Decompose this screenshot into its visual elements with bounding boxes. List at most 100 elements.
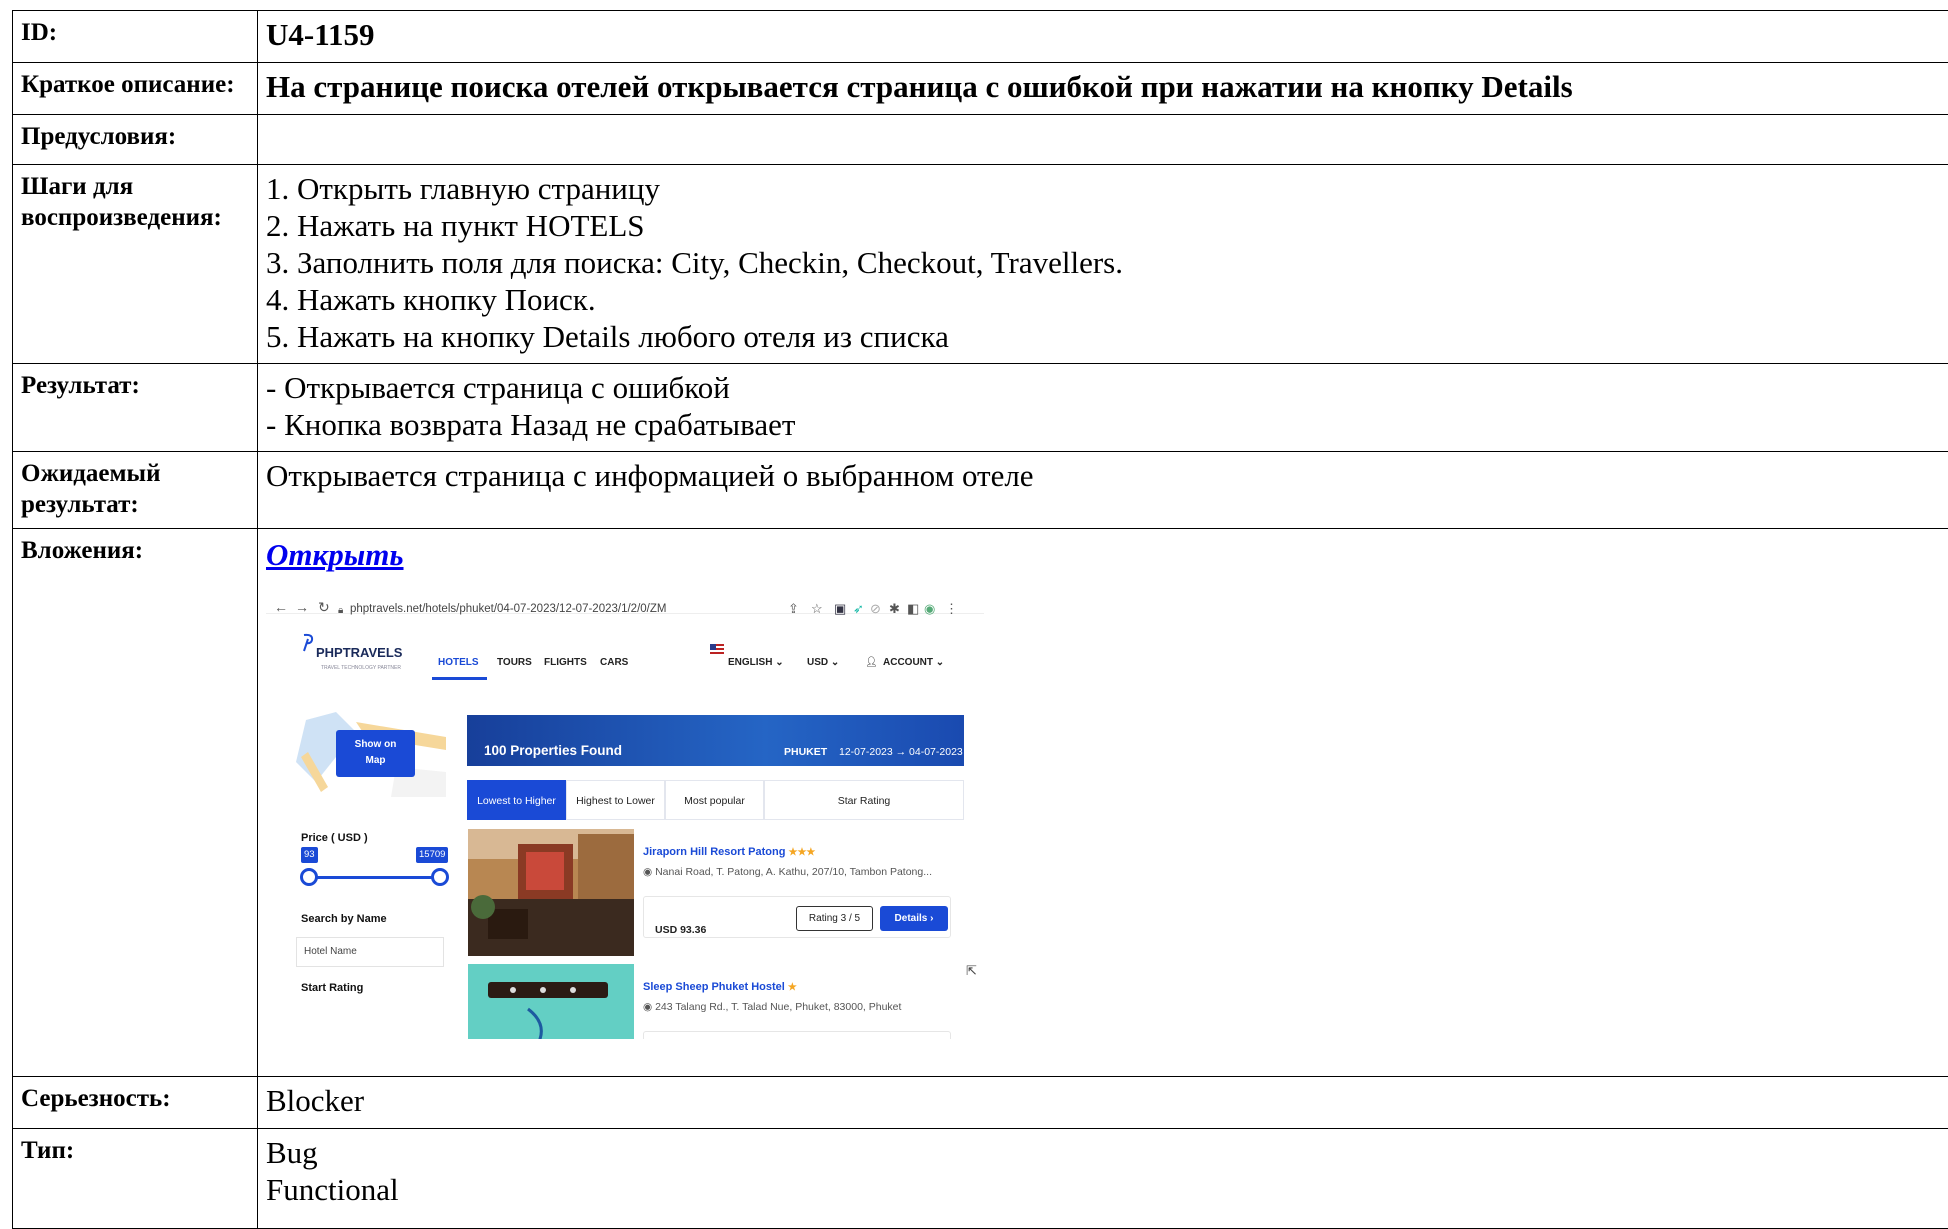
url-text[interactable]: phptravels.net/hotels/phuket/04-07-2023/… xyxy=(350,591,666,628)
chevron-down-icon: ⌄ xyxy=(936,657,944,668)
menu-cars[interactable]: CARS xyxy=(600,644,628,681)
sidebar-icon[interactable]: ◧ xyxy=(907,590,919,627)
account-menu[interactable]: ACCOUNT ⌄ xyxy=(883,644,944,681)
location-pin-icon: ◉ xyxy=(643,866,655,878)
menu-tours[interactable]: TOURS xyxy=(497,644,532,681)
mouse-cursor-icon: ⇱ xyxy=(966,952,977,989)
result-item: - Открывается страница с ошибкой xyxy=(266,369,1948,406)
open-attachment-link[interactable]: Открыть xyxy=(266,537,404,572)
price-slider-max-handle[interactable] xyxy=(431,868,449,886)
hotel-price: USD 93.36 xyxy=(655,912,706,949)
row-expected: Ожидаемый результат: Открывается страниц… xyxy=(13,452,1948,529)
share-icon[interactable]: ⇪ xyxy=(788,590,799,627)
puzzle-icon[interactable]: ✱ xyxy=(889,590,900,627)
severity-value: Blocker xyxy=(258,1077,1948,1129)
price-slider-track[interactable] xyxy=(308,876,438,879)
id-label: ID: xyxy=(13,11,258,63)
price-min-badge: 93 xyxy=(301,847,318,863)
expected-label-line1: Ожидаемый xyxy=(21,458,249,489)
hotel-address: ◉ Nanai Road, T. Patong, A. Kathu, 207/1… xyxy=(643,854,932,891)
step-item: 1. Открыть главную страницу xyxy=(266,170,1948,207)
sort-highest-tab[interactable]: Highest to Lower xyxy=(566,780,665,820)
type-label: Тип: xyxy=(13,1129,258,1229)
browser-address-bar: ← → ↻ 🔒︎ phptravels.net/hotels/phuket/04… xyxy=(266,584,984,614)
search-city: PHUKET xyxy=(784,734,827,771)
sort-popular-tab[interactable]: Most popular xyxy=(665,780,764,820)
row-summary: Краткое описание: На странице поиска оте… xyxy=(13,63,1948,115)
steps-label: Шаги для воспроизведения: xyxy=(13,165,258,364)
properties-found-title: 100 Properties Found xyxy=(484,732,622,769)
bug-report-table: ID: U4-1159 Краткое описание: На страниц… xyxy=(12,10,1948,1229)
active-menu-underline xyxy=(432,677,487,680)
type-value: Bug Functional xyxy=(258,1129,1948,1229)
compass-icon[interactable]: ⊘ xyxy=(870,590,881,627)
extension-icon[interactable]: ▣ xyxy=(834,590,846,627)
back-arrow-icon[interactable]: ← xyxy=(274,589,288,626)
hotel-photo[interactable] xyxy=(468,964,634,1039)
extension-logo-icon[interactable]: ➶ xyxy=(853,590,864,627)
hotel-photo[interactable] xyxy=(468,829,634,956)
expected-label-line2: результат: xyxy=(21,489,249,520)
search-dates: 12-07-2023 → 04-07-2023 xyxy=(839,734,963,771)
search-by-name-heading: Search by Name xyxy=(301,901,387,938)
hotel-address: ◉ 243 Talang Rd., T. Talad Nue, Phuket, … xyxy=(643,989,901,1026)
start-rating-heading: Start Rating xyxy=(301,970,363,1007)
menu-dots-icon[interactable]: ⋮ xyxy=(945,590,958,627)
summary-label: Краткое описание: xyxy=(13,63,258,115)
severity-label: Серьезность: xyxy=(13,1077,258,1129)
result-value: - Открывается страница с ошибкой - Кнопк… xyxy=(258,364,1948,452)
row-steps: Шаги для воспроизведения: 1. Открыть гла… xyxy=(13,165,1948,364)
row-preconditions: Предусловия: xyxy=(13,115,1948,165)
price-slider-min-handle[interactable] xyxy=(300,868,318,886)
chevron-down-icon: ⌄ xyxy=(775,657,783,668)
row-severity: Серьезность: Blocker xyxy=(13,1077,1948,1129)
lock-icon: 🔒︎ xyxy=(338,592,343,629)
row-id: ID: U4-1159 xyxy=(13,11,1948,63)
sort-star-tab[interactable]: Star Rating xyxy=(764,780,964,820)
hotel-address-text: 243 Talang Rd., T. Talad Nue, Phuket, 83… xyxy=(655,1001,901,1013)
language-label: ENGLISH xyxy=(728,657,772,668)
expected-value: Открывается страница с информацией о выб… xyxy=(258,452,1948,529)
summary-value: На странице поиска отелей открывается ст… xyxy=(258,63,1948,115)
result-label: Результат: xyxy=(13,364,258,452)
map-button-line2: Map xyxy=(336,753,415,769)
hotel-price-box: USD 93.36 Rating 3 / 5 Details › xyxy=(643,896,951,938)
chevron-down-icon: ⌄ xyxy=(831,657,839,668)
step-item: 4. Нажать кнопку Поиск. xyxy=(266,281,1948,318)
forward-arrow-icon[interactable]: → xyxy=(295,589,309,626)
profile-icon[interactable]: ◉ xyxy=(924,590,935,627)
expected-label: Ожидаемый результат: xyxy=(13,452,258,529)
rating-button[interactable]: Rating 3 / 5 xyxy=(796,906,873,931)
sort-lowest-tab[interactable]: Lowest to Higher xyxy=(467,780,566,820)
us-flag-icon xyxy=(710,644,724,654)
type-item: Functional xyxy=(266,1171,1948,1208)
attachment-screenshot[interactable]: ← → ↻ 🔒︎ phptravels.net/hotels/phuket/04… xyxy=(266,584,984,1039)
step-item: 2. Нажать на пункт HOTELS xyxy=(266,207,1948,244)
currency-select[interactable]: USD ⌄ xyxy=(807,644,839,681)
currency-label: USD xyxy=(807,657,828,668)
result-item: - Кнопка возврата Назад не срабатывает xyxy=(266,406,1948,443)
logo-icon xyxy=(301,633,316,653)
steps-value: 1. Открыть главную страницу 2. Нажать на… xyxy=(258,165,1948,364)
step-item: 3. Заполнить поля для поиска: City, Chec… xyxy=(266,244,1948,281)
id-value: U4-1159 xyxy=(258,11,1948,63)
details-button[interactable]: Details › xyxy=(880,906,948,931)
menu-flights[interactable]: FLIGHTS xyxy=(544,644,587,681)
preconditions-label: Предусловия: xyxy=(13,115,258,165)
star-icon[interactable]: ☆ xyxy=(811,590,823,627)
step-item: 5. Нажать на кнопку Details любого отеля… xyxy=(266,318,1948,355)
price-max-badge: 15709 xyxy=(416,847,448,863)
hotel-address-text: Nanai Road, T. Patong, A. Kathu, 207/10,… xyxy=(655,866,932,878)
menu-hotels[interactable]: HOTELS xyxy=(438,644,479,681)
language-select[interactable]: ENGLISH ⌄ xyxy=(728,644,784,681)
hotel-price-box xyxy=(643,1031,951,1039)
logo-subtitle: TRAVEL TECHNOLOGY PARTNER xyxy=(321,650,401,687)
steps-label-line1: Шаги для xyxy=(21,171,249,202)
reload-icon[interactable]: ↻ xyxy=(318,589,330,626)
show-on-map-button[interactable]: Show on Map xyxy=(336,730,415,777)
location-pin-icon: ◉ xyxy=(643,1001,655,1013)
type-item: Bug xyxy=(266,1134,1948,1171)
map-button-line1: Show on xyxy=(336,737,415,753)
hotel-name-input[interactable]: Hotel Name xyxy=(296,937,444,967)
attachments-value: Открыть ← → ↻ 🔒︎ phptravels.net/hotels/p… xyxy=(258,529,1948,1077)
